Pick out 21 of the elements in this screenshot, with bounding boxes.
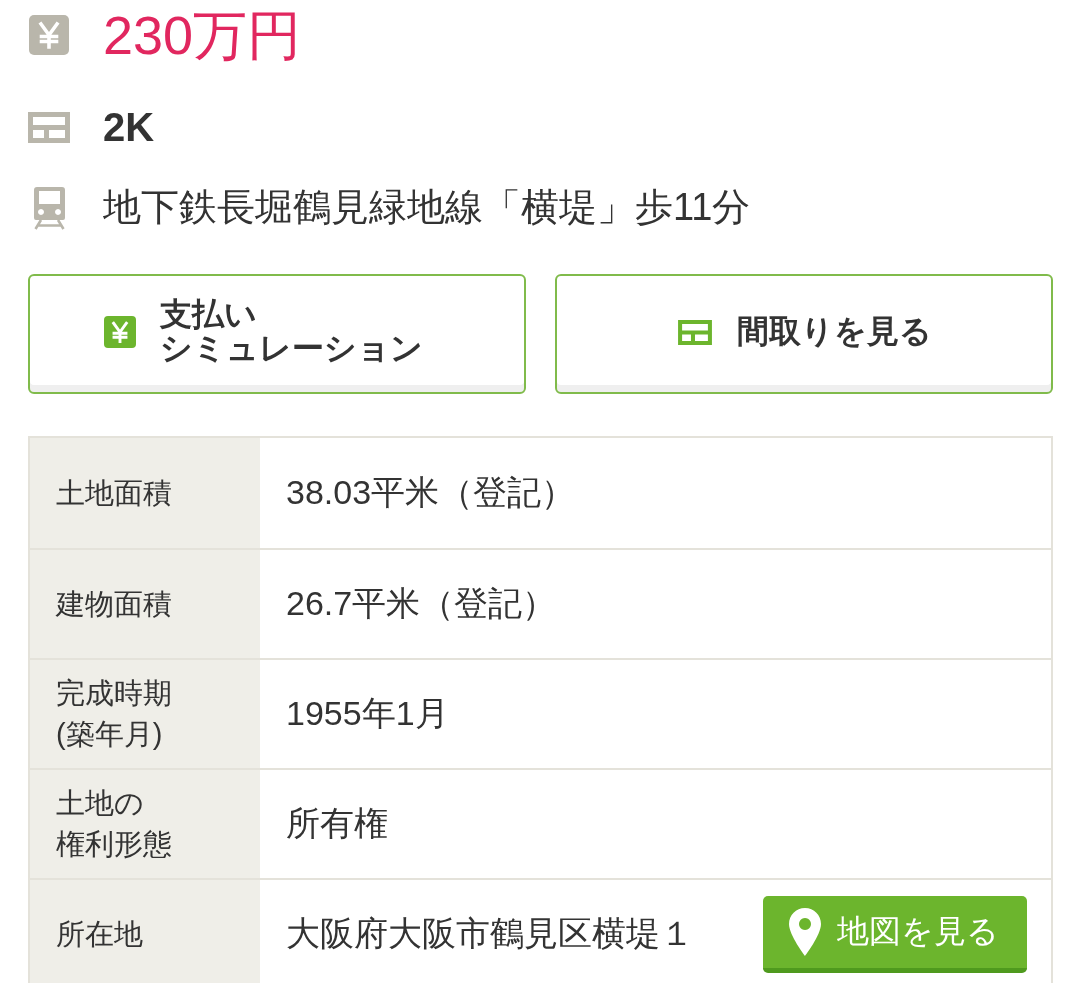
price: 230万円: [103, 3, 302, 67]
value-text: 1955年1月: [286, 693, 449, 734]
value-text: 所有権: [286, 803, 388, 844]
train-icon: [33, 186, 65, 230]
value-text: 26.7平米（登記）: [286, 583, 557, 624]
floor-plan-icon: [28, 111, 70, 143]
label-cell: 所在地: [30, 880, 260, 983]
payment-simulation-button[interactable]: 支払いシミュレーション: [28, 274, 526, 394]
value-text: 大阪府大阪市鶴見区横堤１: [286, 913, 694, 954]
value-text: 38.03平米（登記）: [286, 472, 576, 513]
yen-icon: [104, 316, 136, 348]
map-pin-icon: [789, 907, 821, 956]
floor-plan-button[interactable]: 間取りを見る: [555, 274, 1053, 394]
floor-plan-icon: [676, 319, 713, 345]
label-cell: 建物面積: [30, 550, 260, 658]
label-cell: 完成時期(築年月): [30, 660, 260, 768]
layout-type: 2K: [103, 104, 155, 151]
yen-icon: [29, 15, 69, 55]
label-cell: 土地面積: [30, 438, 260, 548]
station-access: 地下鉄長堀鶴見緑地線「横堤」歩11分: [103, 185, 751, 231]
label-cell: 土地の権利形態: [30, 770, 260, 878]
